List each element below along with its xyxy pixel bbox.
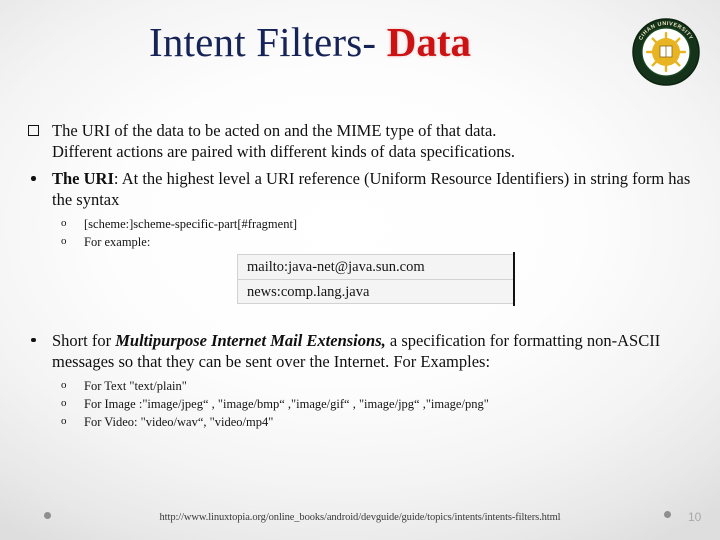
circle-bullet-icon: o [61,217,67,230]
sub-item-mime-image: o For Image :"image/jpeg“ , "image/bmp“ … [0,396,700,414]
sub-item-mime-video-label: For Video: "video/wav“, "video/mp4" [84,414,274,429]
hollow-square-bullet-icon [28,125,39,136]
title-accent-text: Data [386,19,472,65]
table-right-divider [513,252,515,306]
bullet-3-emphasis: Multipurpose Internet Mail Extensions, [115,330,386,350]
round-dot-bullet-icon [31,176,36,181]
circle-bullet-icon: o [61,235,67,248]
sub-item-mime-video: o For Video: "video/wav“, "video/mp4" [0,414,700,432]
decorative-dot-icon [664,511,671,518]
bullet-item-2: The URI: At the highest level a URI refe… [0,168,700,210]
circle-bullet-icon: o [61,379,67,392]
university-seal-logo: CIHAN UNIVERSITY [630,16,702,88]
circle-bullet-icon: o [61,414,67,427]
bullet-2-lead: The URI [52,169,114,189]
slide-canvas: Intent Filters- Data CIHAN UNIVERSITY Th… [0,0,720,540]
example-uri-row: news:comp.lang.java [237,279,515,304]
seal-icon: CIHAN UNIVERSITY [632,18,700,86]
sub-item-scheme: o [scheme:]scheme-specific-part[#fragmen… [0,216,700,234]
sub-item-mime-image-label: For Image :"image/jpeg“ , "image/bmp“ ,"… [84,396,489,411]
sub-item-for-example: o For example: [0,234,700,252]
slide-title: Intent Filters- Data [0,22,620,63]
example-uri-row: mailto:java-net@java.sun.com [237,254,515,279]
bullet-3-pre: Short for [52,330,116,350]
sub-item-mime-text: o For Text "text/plain" [0,378,700,396]
bullet-1-line-2: Different actions are paired with differ… [52,142,516,162]
round-dot-bullet-icon [31,337,36,343]
bullet-2-rest: : At the highest level a URI reference (… [52,169,691,210]
bullet-1-line-1: The URI of the data to be acted on and t… [52,121,497,140]
footer-source-url[interactable]: http://www.linuxtopia.org/online_books/a… [0,512,720,523]
sub-item-scheme-text: [scheme:]scheme-specific-part[#fragment] [84,217,298,232]
title-main-text: Intent Filters- [148,19,377,65]
sub-item-mime-text-label: For Text "text/plain" [84,379,187,394]
bullet-item-1: The URI of the data to be acted on and t… [0,120,700,162]
decorative-dot-icon [44,512,51,519]
example-uri-table: mailto:java-net@java.sun.com news:comp.l… [237,254,515,304]
circle-bullet-icon: o [61,396,67,409]
bullet-item-3: Short for Multipurpose Internet Mail Ext… [0,330,700,372]
sub-item-for-example-text: For example: [84,235,151,250]
page-number: 10 [688,510,702,524]
